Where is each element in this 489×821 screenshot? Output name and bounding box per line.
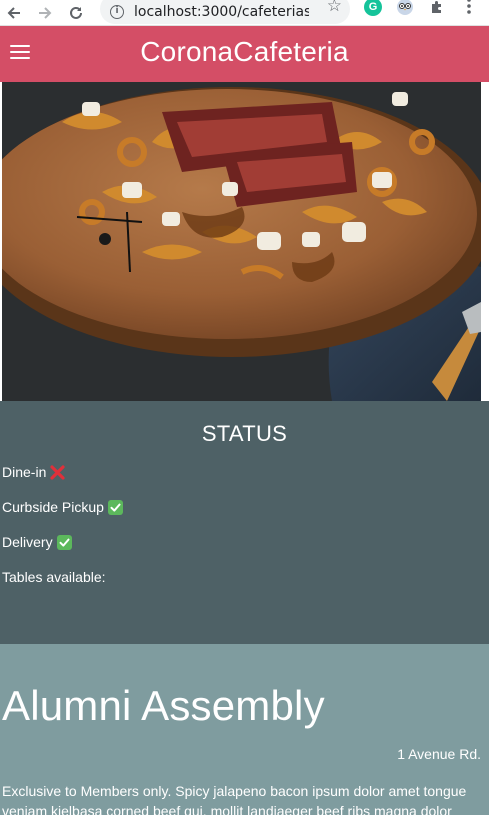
puzzle-icon[interactable] (428, 0, 446, 16)
cafeteria-hero-image (2, 82, 481, 401)
app-title: CoronaCafeteria (140, 36, 349, 67)
info-icon[interactable]: i (110, 5, 124, 19)
status-title: STATUS (201, 421, 288, 446)
cafeteria-card: Alumni Assembly 1 Avenue Rd. Exclusive t… (0, 644, 489, 819)
browser-toolbar: i localhost:3000/cafeterias/... ☆ G (0, 0, 489, 26)
check-mark-icon (107, 499, 123, 515)
reload-icon[interactable] (66, 0, 86, 26)
status-curbside-pickup: Curbside Pickup (2, 499, 123, 515)
arrow-left-icon[interactable] (4, 0, 24, 26)
check-mark-icon (56, 534, 72, 550)
tables-available: Tables available: (2, 569, 106, 585)
grammarly-icon[interactable]: G (364, 0, 382, 16)
owl-extension-icon[interactable] (396, 0, 414, 16)
cafeteria-description: Exclusive to Members only. Spicy jalapen… (2, 783, 467, 819)
cafeteria-address: 1 Avenue Rd. (397, 746, 481, 762)
status-label: Curbside Pickup (2, 499, 104, 515)
address-bar[interactable]: i localhost:3000/cafeterias/... ☆ (100, 0, 350, 24)
arrow-right-icon[interactable] (35, 0, 55, 26)
star-icon[interactable]: ☆ (327, 0, 342, 16)
app-bar: CoronaCafeteria (0, 26, 489, 82)
status-label: Dine-in (2, 464, 47, 480)
kebab-menu-icon[interactable] (460, 0, 478, 15)
status-label: Delivery (2, 534, 53, 550)
status-delivery: Delivery (2, 534, 72, 550)
food-photo-icon (2, 82, 481, 401)
status-panel: STATUS Dine-in Curbside Pickup Delivery … (0, 401, 489, 644)
status-dine-in: Dine-in (2, 464, 65, 480)
cafeteria-name: Alumni Assembly (2, 682, 325, 729)
cross-mark-icon (50, 464, 65, 480)
url-text[interactable]: localhost:3000/cafeterias/... (134, 4, 309, 20)
